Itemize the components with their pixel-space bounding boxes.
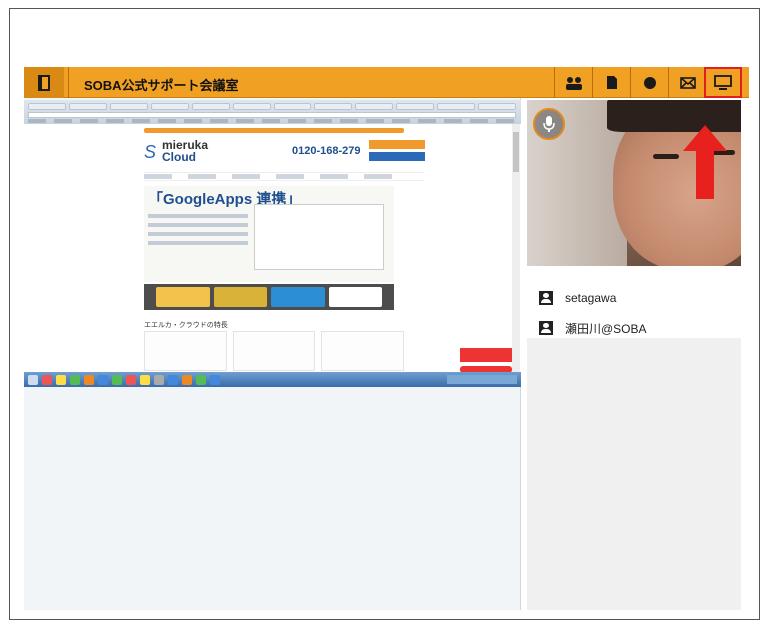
browser-tabs [28,103,517,110]
shared-screen-image: S mieruka Cloud 0120-168-279 「GoogleApps… [24,100,521,387]
browser-chrome [24,100,521,124]
mail-button[interactable] [668,67,706,98]
logo-text-bottom: Cloud [162,150,196,164]
site-phone: 0120-168-279 [292,145,361,157]
app-logo [24,67,64,98]
up-arrow-annotation [683,125,727,199]
site-orange-button [369,140,425,149]
browser-urlbar [28,112,516,118]
logo-mark: S [144,142,157,162]
participant-item[interactable]: setagawa [527,283,741,313]
mic-button[interactable] [533,108,565,140]
screen-share-button[interactable] [704,67,742,98]
document-icon [606,76,617,89]
participant-name: setagawa [565,291,617,305]
room-title: SOBA公式サポート会議室 [84,78,239,93]
chat-icon [643,76,656,89]
site-blue-button [369,152,425,161]
site-hero-screenshot [254,204,384,270]
site-popup [460,348,512,362]
screen-share-icon [714,74,732,90]
mail-icon [679,76,696,89]
site-logo: S mieruka Cloud [144,138,208,170]
user-icon [539,291,553,305]
user-icon [539,321,553,335]
os-taskbar [24,372,521,387]
shared-screen-area[interactable]: S mieruka Cloud 0120-168-279 「GoogleApps… [24,98,521,610]
document-button[interactable] [592,67,630,98]
site-section-title: エエルカ・クラウドの特長 [144,322,228,329]
microphone-icon [543,116,555,132]
door-icon [38,74,50,91]
participants-button[interactable] [554,67,592,98]
site-nav [144,172,424,181]
site-topline [144,128,404,133]
browser-bookmarks [28,119,516,123]
participant-list: setagawa 瀬田川@SOBA [527,283,741,343]
chat-button[interactable] [630,67,668,98]
os-tray [447,375,517,384]
site-slider [144,284,394,310]
chat-panel[interactable] [527,338,741,610]
site-feature-cards [144,331,405,371]
participants-icon [565,76,582,90]
page-scrollbar [512,124,520,372]
shared-webpage: S mieruka Cloud 0120-168-279 「GoogleApps… [24,124,521,373]
site-hero-lines [148,214,248,250]
top-toolbar: SOBA公式サポート会議室 [24,67,749,98]
site-hero: 「GoogleApps 連携」 [144,186,394,282]
toolbar-divider [68,67,69,98]
participant-name: 瀬田川@SOBA [565,321,647,336]
